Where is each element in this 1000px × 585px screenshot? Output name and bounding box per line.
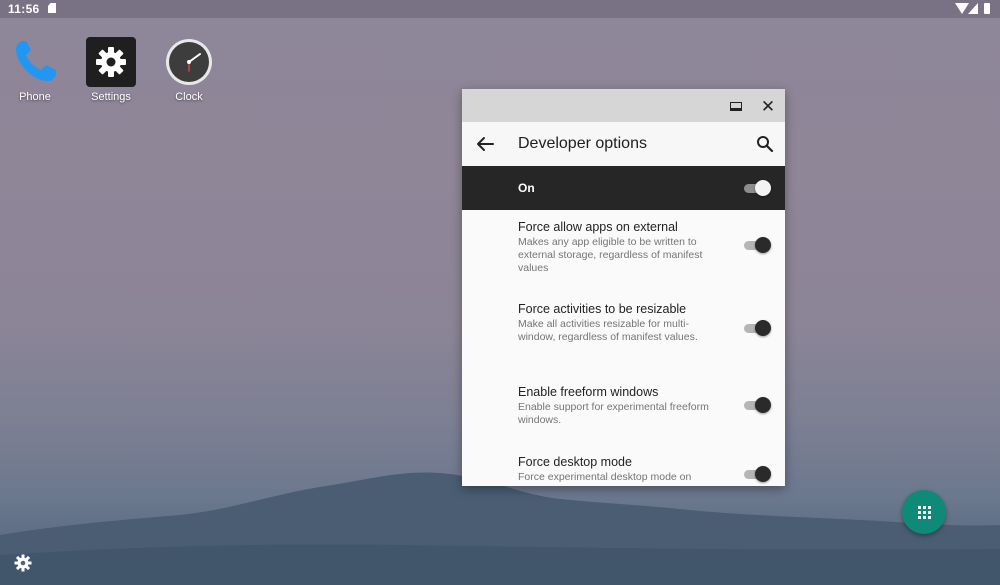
setting-summary: Make all activities resizable for multi-… [518,318,698,343]
status-bar: 11:56 [0,0,1000,18]
toggle-switch[interactable] [744,237,771,253]
desktop-app-settings[interactable]: Settings [76,37,146,103]
desktop-app-clock[interactable]: Clock [154,37,224,103]
master-switch-label: On [518,181,535,195]
setting-force-desktop-mode[interactable]: Force desktop mode Force experimental de… [462,455,785,486]
setting-freeform-windows[interactable]: Enable freeform windows Enable support f… [462,385,785,451]
toggle-thumb [755,180,771,196]
clock-icon [166,39,212,85]
battery-icon [984,3,990,14]
wifi-icon [955,3,969,14]
toggle-thumb [755,466,771,482]
signal-icon [968,3,978,14]
setting-force-resizable[interactable]: Force activities to be resizable Make al… [462,302,785,382]
toggle-switch[interactable] [744,397,771,413]
search-icon[interactable] [755,134,775,154]
toggle-thumb [755,397,771,413]
setting-force-allow-external[interactable]: Force allow apps on external Makes any a… [462,220,785,300]
setting-title: Force desktop mode [518,455,632,469]
window-caption-bar[interactable]: ✕ [462,89,785,122]
setting-summary: Makes any app eligible to be written to … [518,236,703,274]
desktop-app-label: Settings [91,91,131,103]
app-drawer-button[interactable] [902,490,946,534]
master-switch-bar[interactable]: On [462,166,785,210]
page-title: Developer options [518,135,647,152]
toggle-thumb [755,320,771,336]
close-icon: ✕ [760,96,776,116]
gear-icon [86,37,136,87]
phone-icon [16,41,56,81]
developer-options-window: ✕ Developer options On Force allow apps … [462,89,785,486]
setting-summary: Force experimental desktop mode on [518,471,692,483]
sd-card-icon [48,3,56,13]
desktop-app-label: Clock [175,91,203,103]
setting-title: Force allow apps on external [518,220,678,234]
back-arrow-icon[interactable] [474,133,496,155]
desktop-app-phone[interactable]: Phone [0,37,70,103]
app-bar: Developer options [462,122,785,166]
master-toggle-switch[interactable] [744,180,771,196]
setting-title: Enable freeform windows [518,385,659,399]
toggle-switch[interactable] [744,320,771,336]
toggle-switch[interactable] [744,466,771,482]
grid-icon [917,505,931,519]
maximize-icon [730,101,742,111]
maximize-button[interactable] [726,96,746,116]
status-time: 11:56 [8,2,40,16]
toggle-thumb [755,237,771,253]
setting-summary: Enable support for experimental freeform… [518,401,709,426]
close-button[interactable]: ✕ [758,96,778,116]
setting-title: Force activities to be resizable [518,302,687,316]
gear-icon[interactable] [14,554,32,572]
desktop-app-label: Phone [19,91,51,103]
